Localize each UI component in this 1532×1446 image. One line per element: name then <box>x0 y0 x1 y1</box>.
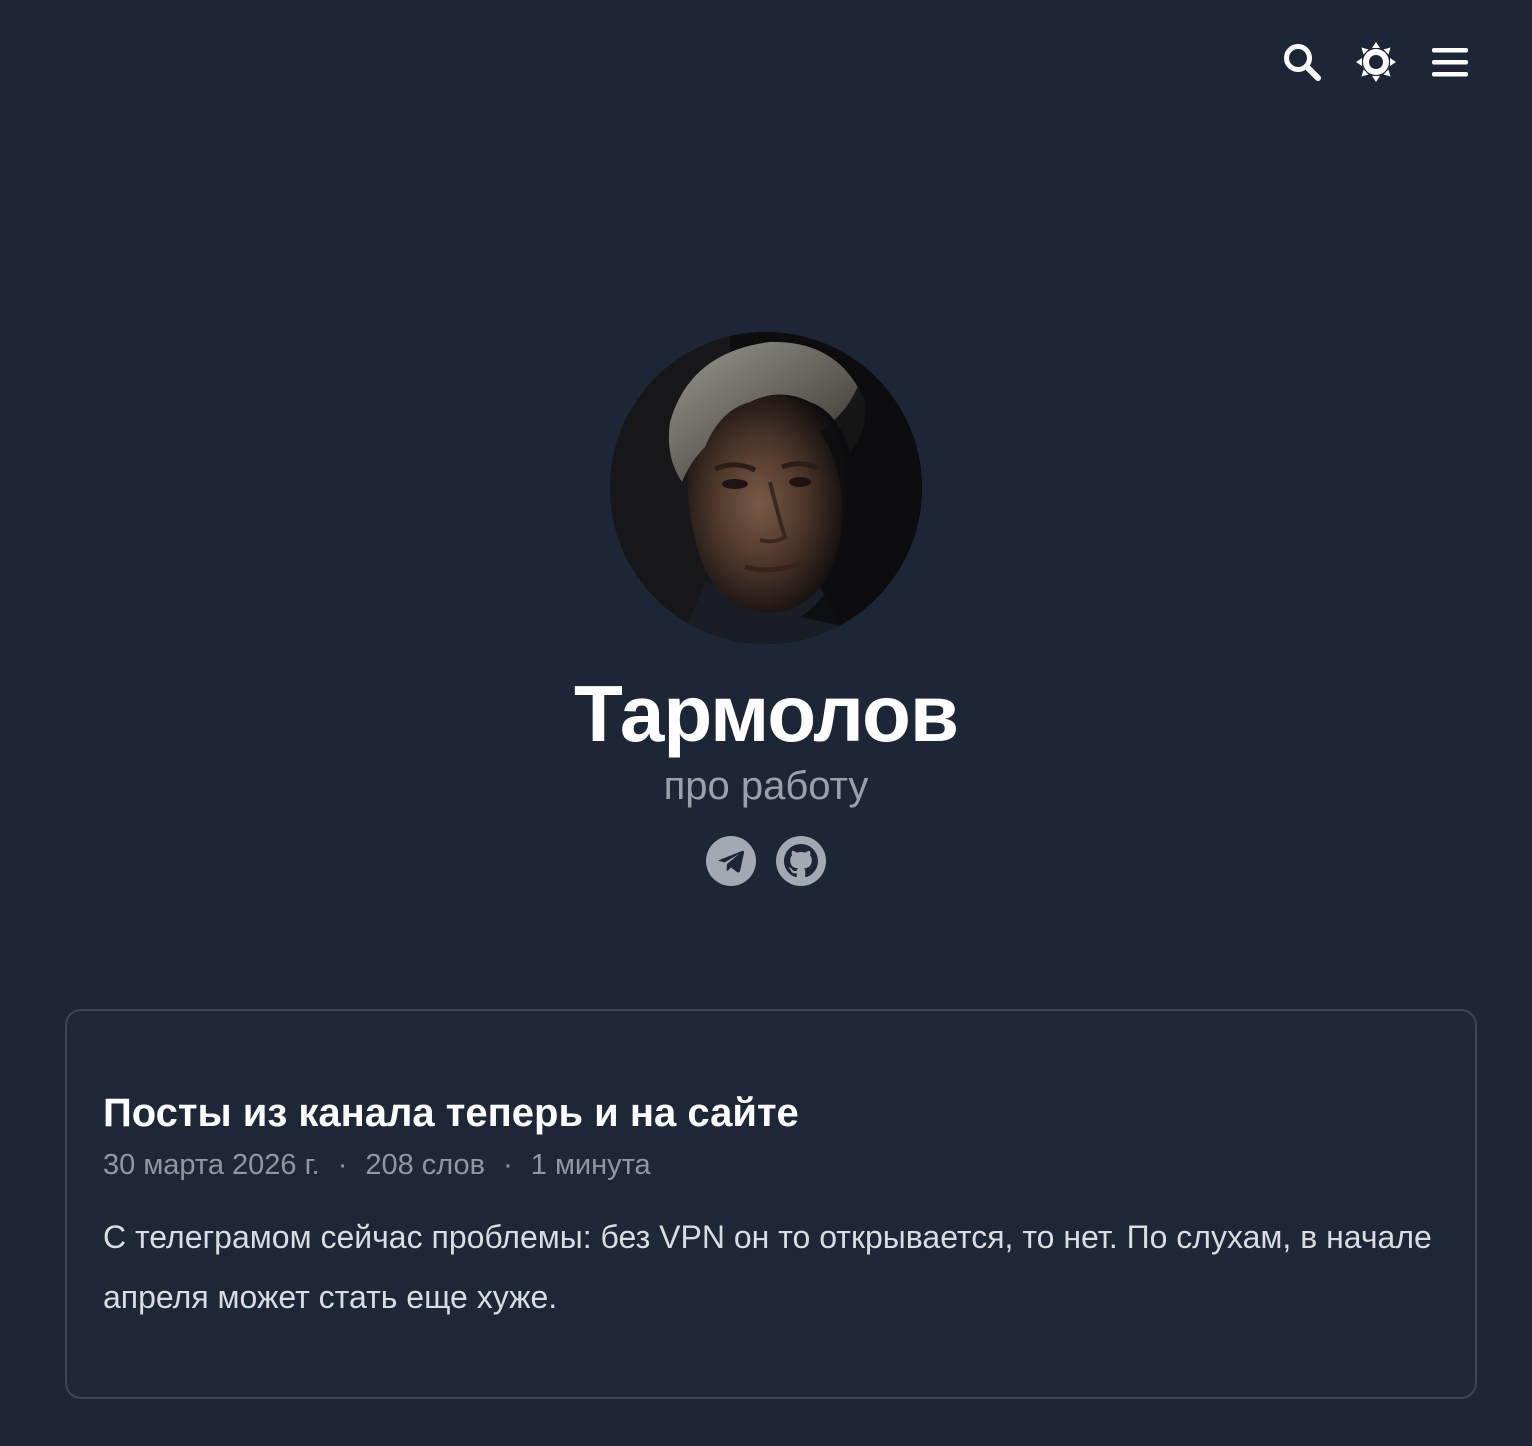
theme-toggle-button[interactable] <box>1354 40 1398 84</box>
post-word-count: 208 слов <box>365 1149 486 1181</box>
meta-separator: · <box>503 1149 513 1181</box>
github-icon <box>784 844 818 878</box>
post-meta: 30 марта 2026 г. · 208 слов · 1 минута <box>103 1145 1439 1185</box>
social-links <box>706 836 826 886</box>
post-reading-time: 1 минута <box>530 1149 651 1181</box>
site-title: Тармолов <box>574 669 959 758</box>
profile-section: Тармолов про работу <box>0 332 1532 886</box>
avatar-photo <box>610 332 922 644</box>
search-button[interactable] <box>1280 40 1324 84</box>
post-summary: С телеграмом сейчас проблемы: без VPN он… <box>103 1219 1432 1315</box>
github-link[interactable] <box>776 836 826 886</box>
header-actions <box>1280 40 1472 84</box>
avatar <box>610 332 922 644</box>
site-subtitle: про работу <box>663 764 869 808</box>
post-title[interactable]: Посты из канала теперь и на сайте <box>103 1085 1439 1141</box>
search-icon <box>1284 44 1321 81</box>
menu-icon <box>1432 48 1468 77</box>
theme-toggle-icon <box>1356 42 1396 82</box>
post-card[interactable]: Посты из канала теперь и на сайте 30 мар… <box>65 1009 1477 1399</box>
meta-separator: · <box>337 1149 348 1181</box>
menu-button[interactable] <box>1428 40 1472 84</box>
post-date: 30 марта 2026 г. <box>103 1149 320 1181</box>
telegram-link[interactable] <box>706 836 756 886</box>
telegram-icon <box>717 850 745 873</box>
